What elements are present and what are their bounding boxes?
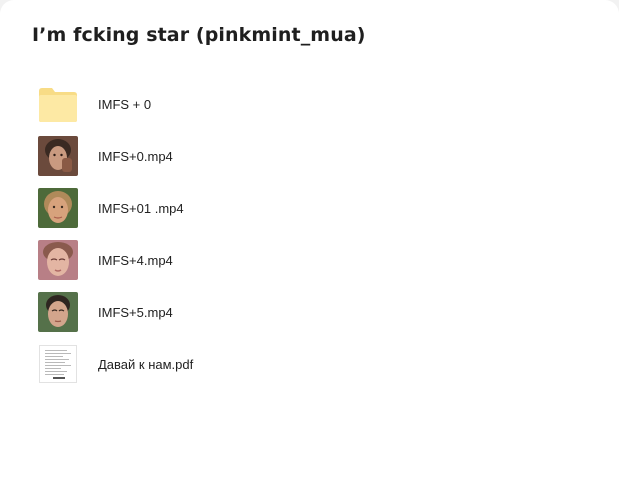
video-thumbnail-icon — [38, 188, 78, 228]
file-name: IMFS + 0 — [98, 96, 152, 112]
folder-panel: I’m fcking star (pinkmint_mua) IMFS + 0 — [0, 0, 619, 479]
file-name: IMFS+4.mp4 — [98, 252, 173, 268]
list-item-video[interactable]: IMFS+0.mp4 — [38, 130, 598, 182]
video-thumbnail-icon — [38, 136, 78, 176]
file-name: IMFS+5.mp4 — [98, 304, 173, 320]
folder-title: I’m fcking star (pinkmint_mua) — [32, 24, 366, 46]
video-thumbnail-icon — [38, 292, 78, 332]
video-thumbnail-icon — [38, 240, 78, 280]
file-list: IMFS + 0 IMFS+0.mp4 IMFS+01 .mp4 IMFS+4.… — [38, 78, 598, 390]
list-item-pdf[interactable]: Давай к нам.pdf — [38, 338, 598, 390]
file-name: IMFS+0.mp4 — [98, 148, 173, 164]
list-item-video[interactable]: IMFS+01 .mp4 — [38, 182, 598, 234]
folder-icon — [38, 84, 78, 124]
list-item-folder[interactable]: IMFS + 0 — [38, 78, 598, 130]
pdf-thumbnail-icon — [38, 344, 78, 384]
list-item-video[interactable]: IMFS+5.mp4 — [38, 286, 598, 338]
file-name: IMFS+01 .mp4 — [98, 200, 184, 216]
list-item-video[interactable]: IMFS+4.mp4 — [38, 234, 598, 286]
file-name: Давай к нам.pdf — [98, 356, 194, 372]
